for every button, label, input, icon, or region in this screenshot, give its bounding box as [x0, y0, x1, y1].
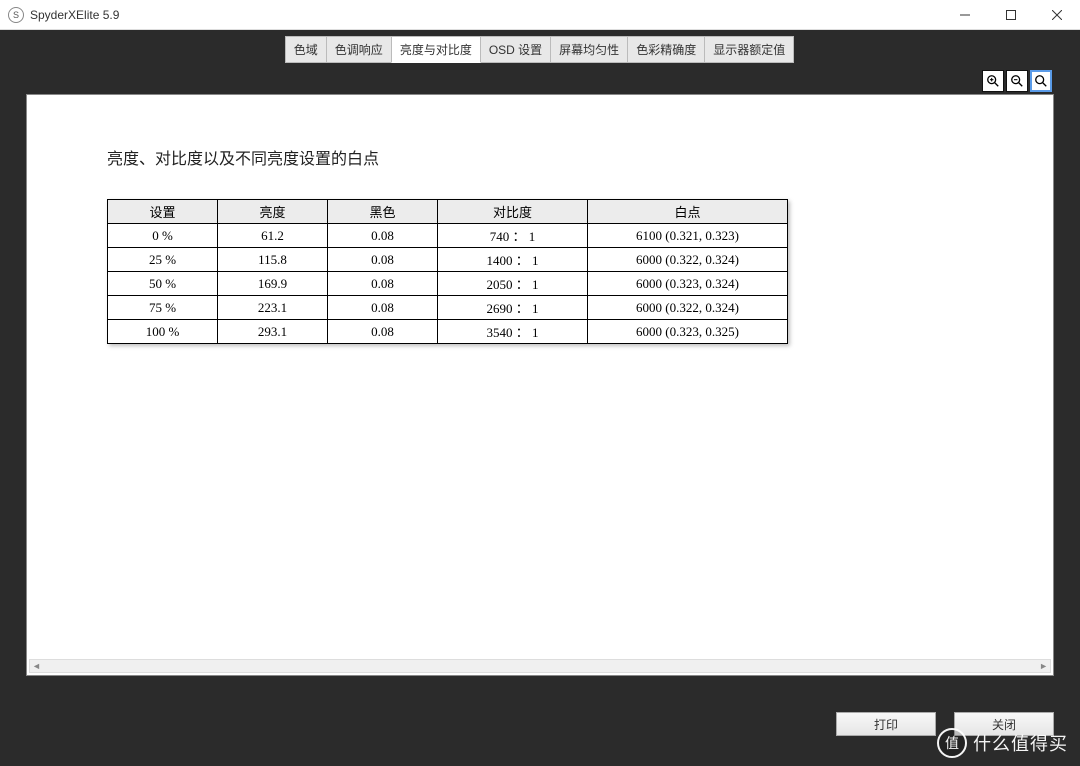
table-cell-contrast: 3540 ： 1: [438, 320, 588, 344]
table-cell-brightness: 115.8: [218, 248, 328, 272]
table-cell-brightness: 61.2: [218, 224, 328, 248]
table-cell-whitepoint: 6000 (0.323, 0.324): [588, 272, 788, 296]
table-cell-black: 0.08: [328, 224, 438, 248]
table-cell-contrast: 1400 ： 1: [438, 248, 588, 272]
tab-color-accuracy[interactable]: 色彩精确度: [627, 36, 705, 63]
report-scroll-area[interactable]: 亮度、对比度以及不同亮度设置的白点 设置 亮度 黑色 对比度 白点 0 %61.…: [27, 95, 1053, 657]
table-cell-setting: 75 %: [108, 296, 218, 320]
scroll-right-icon[interactable]: ►: [1039, 661, 1048, 671]
col-whitepoint: 白点: [588, 200, 788, 224]
page-title: 亮度、对比度以及不同亮度设置的白点: [107, 145, 1053, 169]
col-setting: 设置: [108, 200, 218, 224]
table-header-row: 设置 亮度 黑色 对比度 白点: [108, 200, 788, 224]
table-cell-contrast: 2050 ： 1: [438, 272, 588, 296]
table-cell-black: 0.08: [328, 320, 438, 344]
table-row: 25 %115.80.081400 ： 16000 (0.322, 0.324): [108, 248, 788, 272]
tab-rating[interactable]: 显示器额定值: [704, 36, 794, 63]
table-cell-contrast: 2690 ： 1: [438, 296, 588, 320]
table-cell-whitepoint: 6000 (0.323, 0.325): [588, 320, 788, 344]
window-title: SpyderXElite 5.9: [30, 8, 119, 22]
table-row: 75 %223.10.082690 ： 16000 (0.322, 0.324): [108, 296, 788, 320]
table-cell-setting: 25 %: [108, 248, 218, 272]
horizontal-scrollbar[interactable]: ◄ ►: [29, 659, 1051, 673]
tab-osd-settings[interactable]: OSD 设置: [480, 36, 551, 63]
table-cell-whitepoint: 6000 (0.322, 0.324): [588, 248, 788, 272]
table-cell-setting: 50 %: [108, 272, 218, 296]
table-cell-setting: 0 %: [108, 224, 218, 248]
app-frame: 色域 色调响应 亮度与对比度 OSD 设置 屏幕均匀性 色彩精确度 显示器额定值…: [0, 30, 1080, 766]
table-cell-brightness: 293.1: [218, 320, 328, 344]
close-button[interactable]: 关闭: [954, 712, 1054, 736]
zoom-toolbar: [982, 70, 1052, 92]
print-button[interactable]: 打印: [836, 712, 936, 736]
scroll-left-icon[interactable]: ◄: [32, 661, 41, 671]
tab-uniformity[interactable]: 屏幕均匀性: [550, 36, 628, 63]
table-cell-brightness: 169.9: [218, 272, 328, 296]
zoom-in-button[interactable]: [982, 70, 1004, 92]
table-row: 50 %169.90.082050 ： 16000 (0.323, 0.324): [108, 272, 788, 296]
app-icon: S: [8, 7, 24, 23]
tab-brightness-contrast[interactable]: 亮度与对比度: [391, 36, 481, 63]
tab-strip: 色域 色调响应 亮度与对比度 OSD 设置 屏幕均匀性 色彩精确度 显示器额定值: [0, 30, 1080, 63]
brightness-contrast-table: 设置 亮度 黑色 对比度 白点 0 %61.20.08740 ： 16100 (…: [107, 199, 788, 344]
col-black: 黑色: [328, 200, 438, 224]
table-cell-black: 0.08: [328, 248, 438, 272]
minimize-button[interactable]: [942, 0, 988, 30]
table-cell-whitepoint: 6000 (0.322, 0.324): [588, 296, 788, 320]
table-cell-contrast: 740 ： 1: [438, 224, 588, 248]
table-cell-setting: 100 %: [108, 320, 218, 344]
zoom-out-button[interactable]: [1006, 70, 1028, 92]
window-titlebar: S SpyderXElite 5.9: [0, 0, 1080, 30]
table-cell-brightness: 223.1: [218, 296, 328, 320]
close-window-button[interactable]: [1034, 0, 1080, 30]
table-row: 0 %61.20.08740 ： 16100 (0.321, 0.323): [108, 224, 788, 248]
tab-tone-response[interactable]: 色调响应: [326, 36, 392, 63]
table-cell-black: 0.08: [328, 296, 438, 320]
col-brightness: 亮度: [218, 200, 328, 224]
table-cell-black: 0.08: [328, 272, 438, 296]
table-cell-whitepoint: 6100 (0.321, 0.323): [588, 224, 788, 248]
maximize-button[interactable]: [988, 0, 1034, 30]
report-panel: 亮度、对比度以及不同亮度设置的白点 设置 亮度 黑色 对比度 白点 0 %61.…: [26, 94, 1054, 676]
tab-gamut[interactable]: 色域: [285, 36, 327, 63]
col-contrast: 对比度: [438, 200, 588, 224]
table-row: 100 %293.10.083540 ： 16000 (0.323, 0.325…: [108, 320, 788, 344]
zoom-fit-button[interactable]: [1030, 70, 1052, 92]
bottom-button-bar: 打印 关闭: [836, 712, 1054, 736]
